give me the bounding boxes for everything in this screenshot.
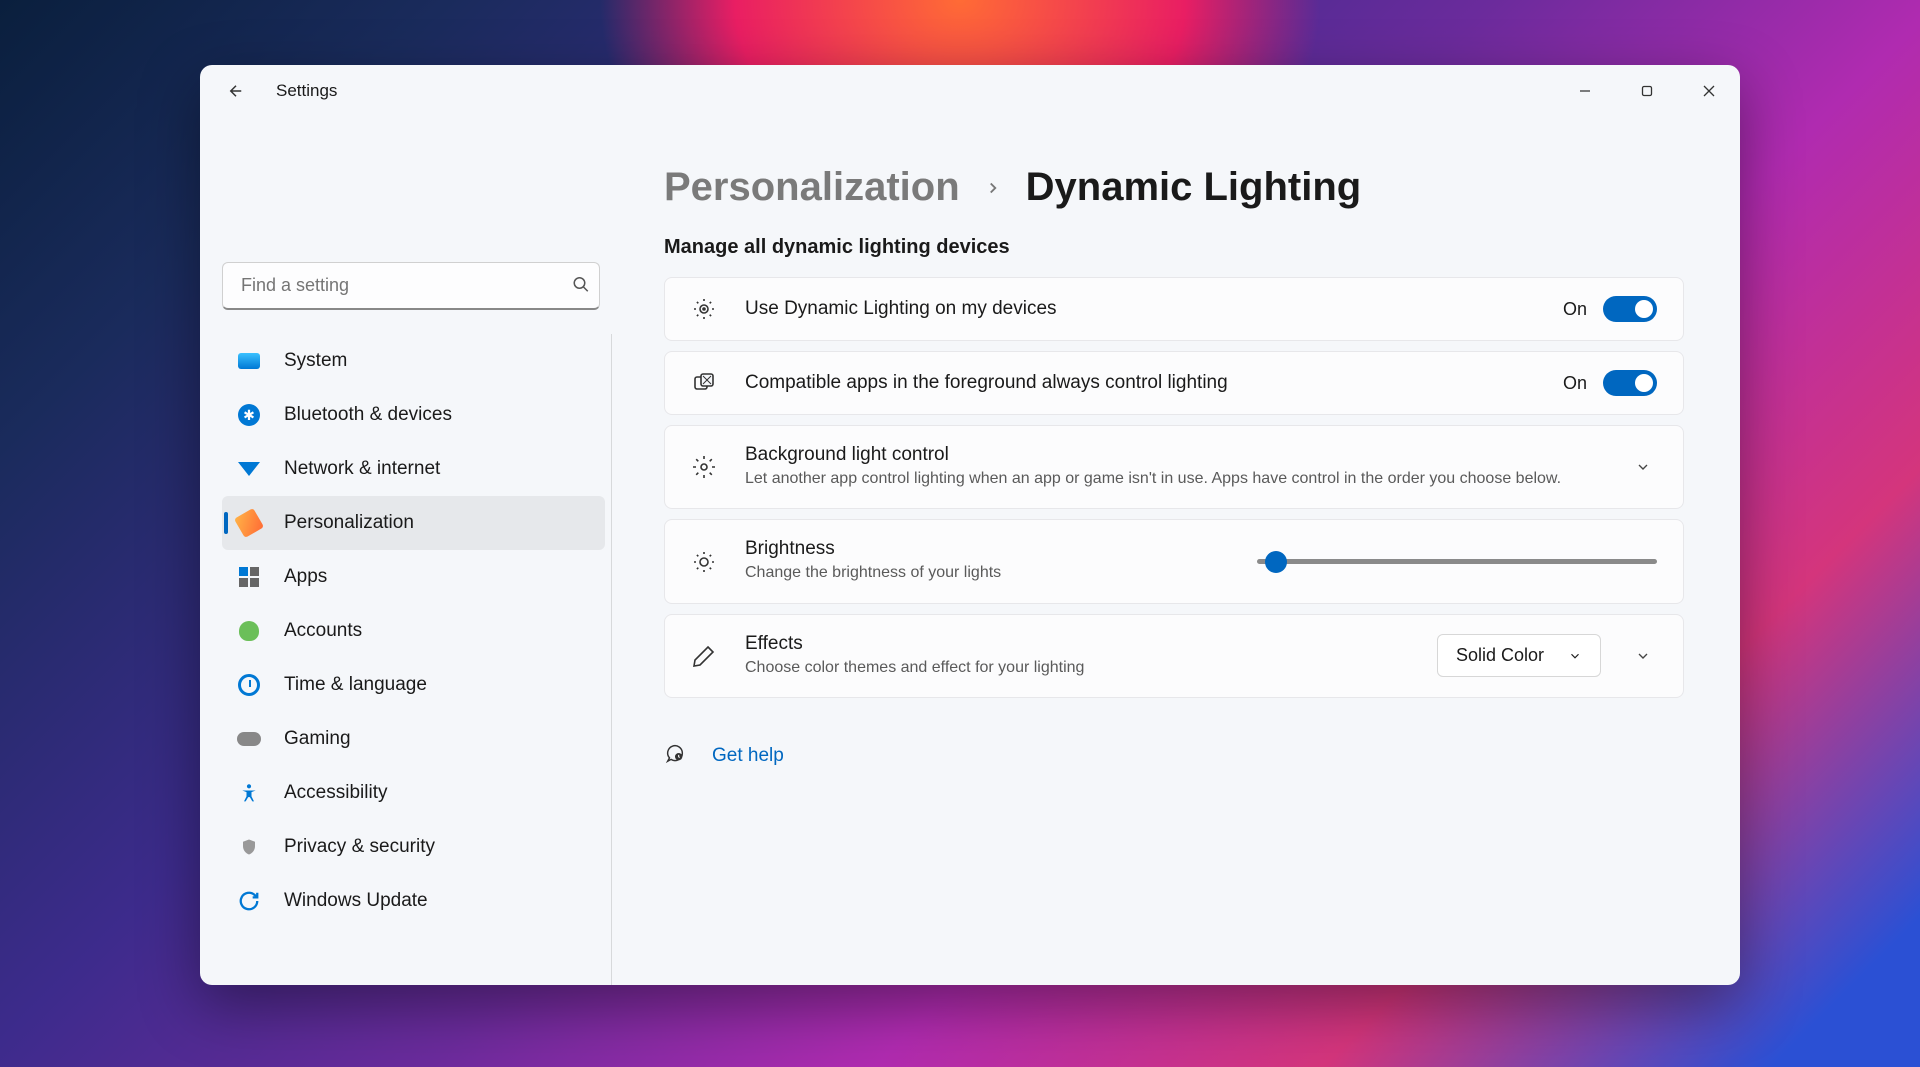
nav-accounts[interactable]: Accounts: [222, 604, 605, 658]
toggle-state: On: [1563, 373, 1587, 394]
effects-row[interactable]: Effects Choose color themes and effect f…: [664, 614, 1684, 698]
compatible-apps-row: Compatible apps in the foreground always…: [664, 351, 1684, 415]
use-dynamic-lighting-row: Use Dynamic Lighting on my devices On: [664, 277, 1684, 341]
content: Personalization Dynamic Lighting Manage …: [620, 117, 1740, 985]
search-input[interactable]: [222, 262, 600, 310]
help-icon: [664, 742, 686, 769]
titlebar: Settings: [200, 65, 1740, 117]
dropdown-value: Solid Color: [1456, 645, 1544, 666]
person-icon: [236, 618, 262, 644]
row-title: Compatible apps in the foreground always…: [745, 372, 1535, 394]
chevron-down-icon: [1635, 648, 1651, 664]
breadcrumb: Personalization Dynamic Lighting: [664, 165, 1684, 210]
brightness-icon: [691, 549, 717, 575]
brightness-slider[interactable]: [1257, 559, 1657, 564]
background-light-row[interactable]: Background light control Let another app…: [664, 425, 1684, 509]
nav-gaming[interactable]: Gaming: [222, 712, 605, 766]
search-button[interactable]: [572, 276, 590, 297]
row-title: Effects: [745, 633, 1409, 655]
nav-personalization[interactable]: Personalization: [222, 496, 605, 550]
minimize-icon: [1579, 85, 1591, 97]
nav-system[interactable]: System: [222, 334, 605, 388]
chevron-down-icon: [1568, 649, 1582, 663]
gamepad-icon: [236, 726, 262, 752]
settings-window: Settings System ✱ Bluetooth & devices Net…: [200, 65, 1740, 985]
maximize-icon: [1641, 85, 1653, 97]
row-subtitle: Change the brightness of your lights: [745, 562, 1229, 584]
foreground-icon: [691, 370, 717, 396]
sidebar: System ✱ Bluetooth & devices Network & in…: [200, 117, 620, 985]
nav-label: Time & language: [284, 674, 427, 696]
apps-icon: [236, 564, 262, 590]
row-subtitle: Choose color themes and effect for your …: [745, 657, 1409, 679]
chevron-right-icon: [984, 172, 1002, 204]
toggle-state: On: [1563, 299, 1587, 320]
expand-button[interactable]: [1629, 453, 1657, 481]
nav-privacy[interactable]: Privacy & security: [222, 820, 605, 874]
window-controls: [1554, 65, 1740, 117]
nav-accessibility[interactable]: Accessibility: [222, 766, 605, 820]
bluetooth-icon: ✱: [236, 402, 262, 428]
minimize-button[interactable]: [1554, 65, 1616, 117]
nav-label: Personalization: [284, 512, 414, 534]
clock-icon: [236, 672, 262, 698]
compatible-apps-toggle[interactable]: [1603, 370, 1657, 396]
nav: System ✱ Bluetooth & devices Network & in…: [222, 334, 612, 985]
update-icon: [236, 888, 262, 914]
breadcrumb-parent[interactable]: Personalization: [664, 165, 960, 210]
maximize-button[interactable]: [1616, 65, 1678, 117]
section-header: Manage all dynamic lighting devices: [664, 236, 1684, 259]
shield-icon: [236, 834, 262, 860]
chevron-down-icon: [1635, 459, 1651, 475]
effects-dropdown[interactable]: Solid Color: [1437, 634, 1601, 677]
arrow-left-icon: [227, 82, 245, 100]
get-help-link[interactable]: Get help: [712, 745, 784, 767]
row-title: Use Dynamic Lighting on my devices: [745, 298, 1535, 320]
close-button[interactable]: [1678, 65, 1740, 117]
back-button[interactable]: [222, 77, 250, 105]
nav-label: Apps: [284, 566, 327, 588]
search-icon: [572, 276, 590, 294]
nav-label: Gaming: [284, 728, 351, 750]
nav-update[interactable]: Windows Update: [222, 874, 605, 928]
light-icon: [691, 296, 717, 322]
expand-button[interactable]: [1629, 642, 1657, 670]
help-row: Get help: [664, 742, 1684, 769]
app-title: Settings: [276, 81, 337, 101]
nav-label: Bluetooth & devices: [284, 404, 452, 426]
nav-label: System: [284, 350, 347, 372]
brush-icon: [236, 510, 262, 536]
accessibility-icon: [236, 780, 262, 806]
nav-label: Accessibility: [284, 782, 387, 804]
row-subtitle: Let another app control lighting when an…: [745, 468, 1601, 490]
wifi-icon: [236, 456, 262, 482]
nav-label: Privacy & security: [284, 836, 435, 858]
nav-time[interactable]: Time & language: [222, 658, 605, 712]
nav-apps[interactable]: Apps: [222, 550, 605, 604]
pencil-icon: [691, 643, 717, 669]
nav-label: Accounts: [284, 620, 362, 642]
nav-network[interactable]: Network & internet: [222, 442, 605, 496]
close-icon: [1703, 85, 1715, 97]
page-title: Dynamic Lighting: [1026, 165, 1362, 210]
system-icon: [236, 348, 262, 374]
nav-label: Network & internet: [284, 458, 440, 480]
gear-icon: [691, 454, 717, 480]
use-dynamic-lighting-toggle[interactable]: [1603, 296, 1657, 322]
row-title: Background light control: [745, 444, 1601, 466]
row-title: Brightness: [745, 538, 1229, 560]
nav-bluetooth[interactable]: ✱ Bluetooth & devices: [222, 388, 605, 442]
brightness-row: Brightness Change the brightness of your…: [664, 519, 1684, 603]
nav-label: Windows Update: [284, 890, 428, 912]
